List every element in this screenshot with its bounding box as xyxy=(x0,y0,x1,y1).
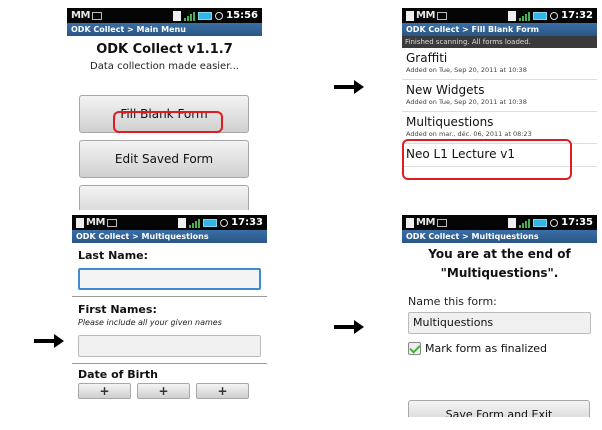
form-list-item[interactable]: New Widgets Added on Tue, Sep 20, 2011 a… xyxy=(402,80,597,112)
arrow-right-icon xyxy=(334,80,364,94)
usb-icon xyxy=(76,217,84,228)
status-bar: MM 17:32 xyxy=(402,8,597,23)
app-titlebar: ODK Collect > Multiquestions xyxy=(72,230,267,243)
gmail-icon: MM xyxy=(86,217,105,228)
highlight-annotation xyxy=(113,111,223,133)
date-picker: + + + xyxy=(72,383,267,399)
gmail-icon: MM xyxy=(416,10,435,21)
status-message: Finished scanning. All forms loaded. xyxy=(402,36,597,48)
clock: 17:35 xyxy=(561,217,593,228)
day-increment-button[interactable]: + xyxy=(78,383,131,399)
gallery-icon xyxy=(106,218,117,227)
first-names-label: First Names: xyxy=(78,303,157,316)
last-name-input[interactable] xyxy=(78,268,261,290)
phone-screen-form-end: MM 17:35 ODK Collect > Multiquestions Yo… xyxy=(402,215,597,417)
usb-icon xyxy=(406,217,414,228)
month-increment-button[interactable]: + xyxy=(137,383,190,399)
menu-button-partial[interactable] xyxy=(79,185,249,210)
first-names-hint: Please include all your given names xyxy=(78,318,222,327)
gallery-icon xyxy=(436,11,447,20)
phone-screen-form-list: MM 17:32 ODK Collect > Fill Blank Form F… xyxy=(402,8,597,210)
arrow-right-icon xyxy=(334,320,364,334)
alarm-icon xyxy=(215,11,224,20)
last-name-label: Last Name: xyxy=(78,249,149,262)
form-list-item[interactable]: Graffiti Added on Tue, Sep 20, 2011 at 1… xyxy=(402,48,597,80)
sd-card-icon xyxy=(508,217,517,228)
form-name: New Widgets xyxy=(406,83,485,97)
form-added-date: Added on Tue, Sep 20, 2011 at 10:38 xyxy=(406,66,527,74)
app-tagline: Data collection made easier... xyxy=(90,61,239,72)
clock: 17:32 xyxy=(561,10,593,21)
signal-icon xyxy=(519,11,531,21)
gmail-icon: MM xyxy=(416,217,435,228)
phone-screen-main-menu: MM 15:56 ODK Collect > Main Menu ODK Col… xyxy=(67,8,262,210)
form-name: Graffiti xyxy=(406,51,448,65)
app-titlebar: ODK Collect > Main Menu xyxy=(67,23,262,36)
battery-icon xyxy=(533,11,548,20)
finalize-label: Mark form as finalized xyxy=(425,342,548,355)
alarm-icon xyxy=(550,11,559,20)
battery-icon xyxy=(533,218,548,227)
first-names-input[interactable] xyxy=(78,335,261,357)
phone-screen-form-entry: MM 17:33 ODK Collect > Multiquestions La… xyxy=(72,215,267,417)
end-message-line1: You are at the end of xyxy=(428,247,571,261)
form-added-date: Added on mar., déc. 06, 2011 at 08:23 xyxy=(406,130,532,138)
edit-saved-form-button[interactable]: Edit Saved Form xyxy=(79,140,249,178)
signal-icon xyxy=(184,11,196,21)
app-titlebar: ODK Collect > Fill Blank Form xyxy=(402,23,597,36)
year-increment-button[interactable]: + xyxy=(196,383,249,399)
gmail-icon: MM xyxy=(71,10,90,21)
clock: 17:33 xyxy=(231,217,263,228)
clock: 15:56 xyxy=(226,10,258,21)
sd-card-icon xyxy=(173,10,182,21)
date-of-birth-label: Date of Birth xyxy=(78,368,158,381)
end-message-line2: "Multiquestions". xyxy=(440,266,559,280)
status-bar: MM 17:35 xyxy=(402,215,597,230)
save-form-and-exit-button[interactable]: Save Form and Exit xyxy=(408,400,590,417)
app-title: ODK Collect v1.1.7 xyxy=(96,42,233,57)
highlight-annotation xyxy=(402,139,572,180)
form-name: Multiquestions xyxy=(406,115,494,129)
sd-card-icon xyxy=(508,10,517,21)
gallery-icon xyxy=(91,11,102,20)
finalize-row[interactable]: Mark form as finalized xyxy=(408,342,591,355)
signal-icon xyxy=(519,218,531,228)
sd-card-icon xyxy=(178,217,187,228)
form-name-label: Name this form: xyxy=(408,295,497,308)
arrow-right-icon xyxy=(34,334,64,348)
battery-icon xyxy=(198,11,213,20)
form-name-input[interactable]: Multiquestions xyxy=(408,312,591,334)
form-added-date: Added on Tue, Sep 20, 2011 at 10:38 xyxy=(406,98,527,106)
app-titlebar: ODK Collect > Multiquestions xyxy=(402,230,597,243)
alarm-icon xyxy=(220,218,229,227)
finalize-checkbox[interactable] xyxy=(408,342,421,355)
status-bar: MM 17:33 xyxy=(72,215,267,230)
signal-icon xyxy=(189,218,201,228)
alarm-icon xyxy=(550,218,559,227)
gallery-icon xyxy=(436,218,447,227)
usb-icon xyxy=(406,10,414,21)
battery-icon xyxy=(203,218,218,227)
status-bar: MM 15:56 xyxy=(67,8,262,23)
